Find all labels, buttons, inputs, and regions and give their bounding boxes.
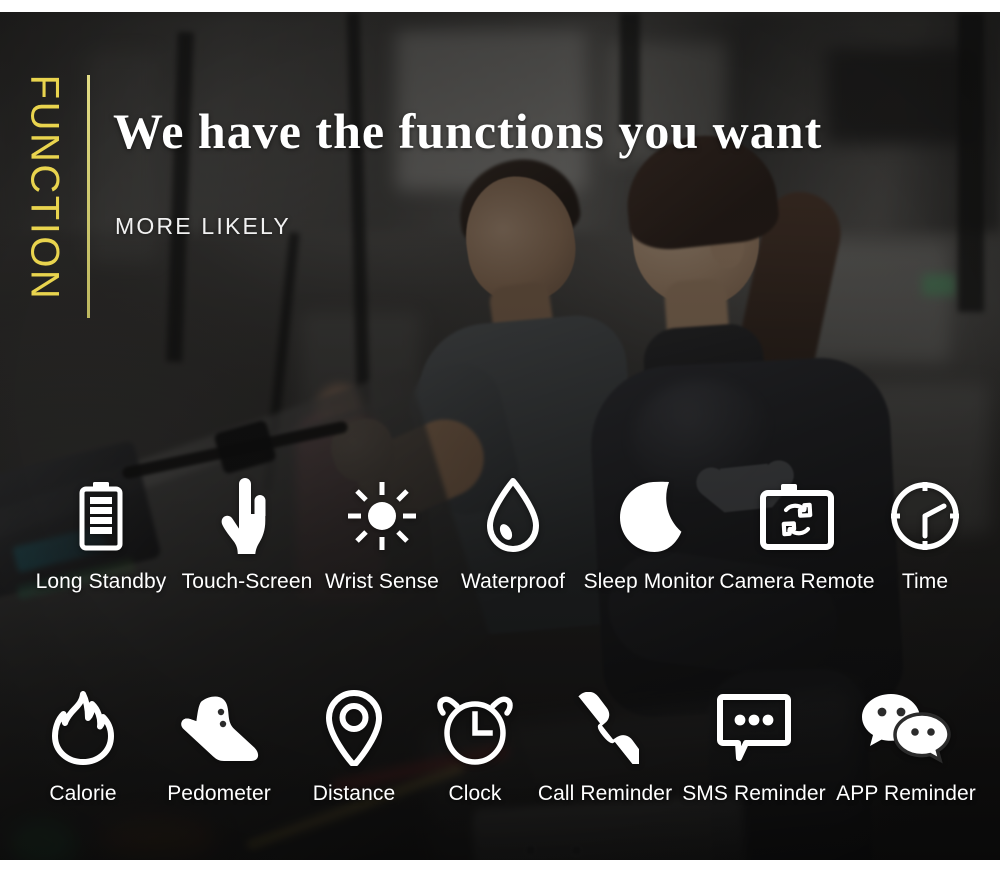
message-bubble-icon bbox=[716, 689, 792, 767]
feature-label: Camera Remote bbox=[719, 570, 875, 593]
feature-waterproof[interactable]: Waterproof bbox=[447, 477, 579, 592]
feature-camera-remote[interactable]: Camera Remote bbox=[719, 477, 875, 592]
feature-grid: Long Standby Touch-Screen Wrist Sense Wa… bbox=[0, 442, 1000, 804]
feature-label: APP Reminder bbox=[836, 782, 976, 805]
camera-swap-icon bbox=[759, 477, 835, 555]
feature-label: Clock bbox=[448, 782, 502, 805]
feature-long-standby[interactable]: Long Standby bbox=[25, 477, 177, 592]
section-side-label-text: FUNCTION bbox=[22, 74, 67, 302]
pointing-hand-icon bbox=[219, 477, 275, 555]
battery-icon bbox=[77, 477, 125, 555]
feature-label: Touch-Screen bbox=[181, 570, 313, 593]
water-drop-icon bbox=[484, 477, 542, 555]
moon-stars-icon bbox=[611, 477, 687, 555]
feature-row-1: Long Standby Touch-Screen Wrist Sense Wa… bbox=[0, 442, 1000, 592]
page-title: We have the functions you want bbox=[113, 103, 823, 159]
feature-label: Call Reminder bbox=[537, 782, 673, 805]
clock-icon bbox=[889, 477, 961, 555]
feature-label: SMS Reminder bbox=[682, 782, 826, 805]
feature-sms-reminder[interactable]: SMS Reminder bbox=[678, 689, 830, 804]
feature-label: Wrist Sense bbox=[325, 570, 439, 593]
hero-banner: FUNCTION We have the functions you want … bbox=[0, 12, 1000, 860]
feature-clock[interactable]: Clock bbox=[418, 689, 532, 804]
feature-call-reminder[interactable]: Call Reminder bbox=[532, 689, 678, 804]
feature-label: Time bbox=[901, 570, 949, 593]
phone-handset-icon bbox=[571, 689, 639, 767]
chat-bubbles-icon bbox=[860, 689, 952, 767]
feature-wrist-sense[interactable]: Wrist Sense bbox=[317, 477, 447, 592]
feature-pedometer[interactable]: Pedometer bbox=[148, 689, 290, 804]
shoe-icon bbox=[178, 689, 260, 767]
feature-calorie[interactable]: Calorie bbox=[18, 689, 148, 804]
feature-label: Calorie bbox=[49, 782, 117, 805]
feature-app-reminder[interactable]: APP Reminder bbox=[830, 689, 982, 804]
feature-time[interactable]: Time bbox=[875, 477, 975, 592]
feature-label: Long Standby bbox=[35, 570, 167, 593]
feature-touch-screen[interactable]: Touch-Screen bbox=[177, 477, 317, 592]
feature-label: Sleep Monitor bbox=[583, 570, 715, 593]
feature-label: Pedometer bbox=[167, 782, 271, 805]
section-divider-line bbox=[87, 75, 90, 318]
flame-icon bbox=[52, 689, 114, 767]
feature-banner-page: FUNCTION We have the functions you want … bbox=[0, 0, 1000, 876]
alarm-clock-icon bbox=[437, 689, 513, 767]
sun-brightness-icon bbox=[346, 477, 418, 555]
feature-label: Distance bbox=[312, 782, 396, 805]
feature-label: Waterproof bbox=[460, 570, 566, 593]
feature-distance[interactable]: Distance bbox=[290, 689, 418, 804]
page-subtitle: MORE LIKELY bbox=[115, 213, 291, 239]
feature-row-2: Calorie Pedometer Distance Clock Call Re… bbox=[0, 654, 1000, 804]
section-side-label: FUNCTION bbox=[18, 72, 70, 322]
map-pin-icon bbox=[325, 689, 383, 767]
feature-sleep-monitor[interactable]: Sleep Monitor bbox=[579, 477, 719, 592]
